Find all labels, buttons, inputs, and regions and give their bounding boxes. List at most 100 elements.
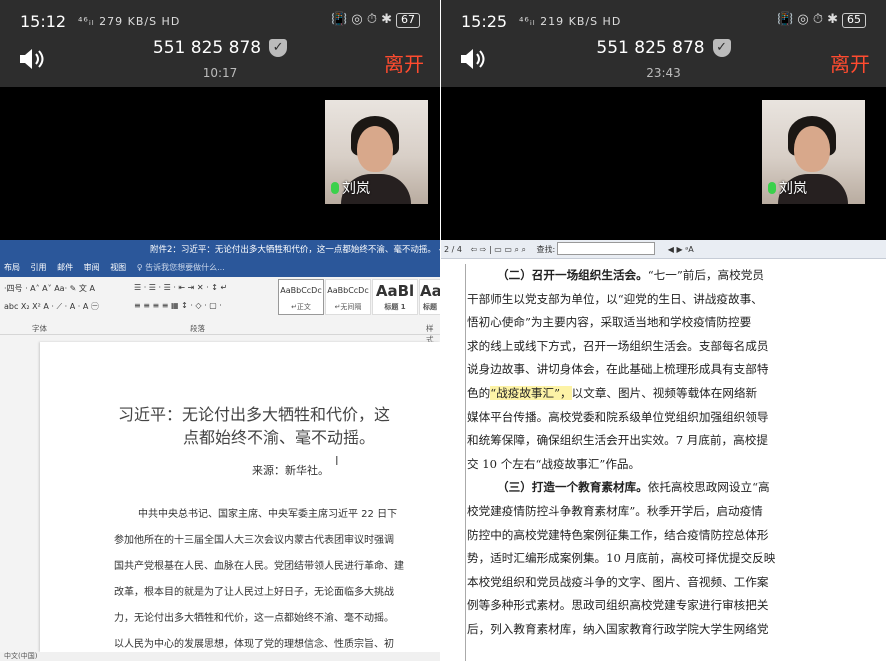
paragraph-row-2[interactable]: ≡ ≡ ≡ ≡ ▦ ↕ · ◇ · ▢ · (134, 301, 222, 310)
participant-tag: 刘岚 (331, 178, 370, 198)
pdf-text: 干部师生以党支部为单位，以“迎党的生日、讲战疫故事、 (467, 291, 763, 306)
tab-review[interactable]: 审阅 (84, 263, 100, 272)
pdf-text: 求的线上或线下方式，召开一场组织生活会。支部每名成员 (467, 338, 769, 353)
body-line: 改革，根本目的就是为了让人民过上好日子，无论面临多大挑战 (114, 587, 394, 598)
pdf-text-line: 势，适时汇编形成案例集。10 月底前，高校可择优提交反映 (467, 547, 886, 571)
pdf-toolbar: 2 / 4 ⇦ ⇨ | ▭ ▭ ⌕ ⌕ 查找: ◀ ▶ ᵃA (441, 240, 886, 259)
style-preview: AaBl (375, 282, 415, 300)
highlighted-text: “战疫故事汇”， (490, 385, 572, 400)
shield-icon[interactable]: ✓ (712, 39, 731, 57)
text-cursor-icon: I (335, 454, 339, 468)
call-duration: 23:43 (646, 66, 681, 80)
shared-screen-area: 刘岚 (441, 87, 886, 240)
leave-button[interactable]: 离开 (384, 48, 424, 77)
find-input[interactable] (557, 242, 656, 255)
paragraph-row-1[interactable]: ☰ · ☰ · ☰ · ⇤ ⇥ ✕ · ↕ ↵ (134, 283, 227, 292)
face-shape (357, 126, 393, 172)
shield-icon[interactable]: ✓ (269, 39, 288, 57)
battery-icon: 65 (842, 13, 866, 28)
body-line: 中共中央总书记、国家主席、中央军委主席习近平 22 日下 (138, 509, 398, 520)
pdf-text-line: 本校党组织和党员战疫斗争的文字、图片、音视频、工作案 (467, 571, 886, 595)
meeting-number: 551 825 878 ✓ (441, 38, 886, 58)
signal-wifi-icons: ⁴⁶ᵢₗ 279 KB/S HD (78, 15, 181, 28)
style-no-spacing[interactable]: AaBbCcDc ↵无间隔 (325, 279, 371, 315)
pdf-text: 防控中的高校党建特色案例征集工作，结合疫情防控总体形 (467, 527, 769, 542)
pdf-text-line: 防控中的高校党建特色案例征集工作，结合疫情防控总体形 (467, 524, 886, 548)
participant-tag: 刘岚 (768, 178, 807, 198)
document-page[interactable]: 习近平：无论付出多大牺牲和代价，这 点都始终不渝、毫不动摇。 I 来源：新华社。… (40, 342, 440, 652)
pdf-text-line: 例等多种形式素材。思政司组织高校党建专家进行审核把关 (467, 594, 886, 618)
body-line: 以人民为中心的发展思想，体现了党的理想信念、性质宗旨、初 (114, 639, 394, 650)
leave-button[interactable]: 离开 (830, 48, 870, 77)
call-header: 15:25 ⁴⁶ᵢₗ 219 KB/S HD 📳 ◎ ⏱ ✱ 65 551 825… (441, 0, 886, 87)
pdf-text: 色的 (467, 385, 491, 400)
document-body: 中共中央总书记、国家主席、中央军委主席习近平 22 日下 参加他所在的十三届全国… (114, 502, 440, 652)
style-title[interactable]: AaB 标题 (419, 279, 440, 315)
pdf-text: 和统筹保障，确保组织生活会开出实效。7 月底前，高校提 (467, 433, 768, 448)
pdf-text-line: （二）召开一场组织生活会。“七一”前后，高校党员 (467, 264, 886, 288)
status-bar: 15:25 ⁴⁶ᵢₗ 219 KB/S HD 📳 ◎ ⏱ ✱ 65 (461, 12, 866, 32)
status-bar: 15:12 ⁴⁶ᵢₗ 279 KB/S HD 📳 ◎ ⏱ ✱ 67 (20, 12, 420, 32)
pdf-text: 势，适时汇编形成案例集。10 月底前，高校可择优提交反映 (467, 551, 776, 566)
font-row-2[interactable]: abc X₂ X² A · ⟋ · A · A ㊀ (4, 301, 99, 312)
style-name: ↵正文 (291, 303, 311, 311)
body-line: 国共产党根基在人民、血脉在人民。党团结带领人民进行革命、建 (114, 561, 404, 572)
pdf-text-line: 和统筹保障，确保组织生活会开出实效。7 月底前，高校提 (467, 429, 886, 453)
tab-layout[interactable]: 布局 (4, 263, 20, 272)
face-shape (794, 126, 830, 172)
pdf-text: 校党建疫情防控斗争教育素材库”。秋季开学后，启动疫情 (467, 503, 763, 518)
pdf-text: 例等多种形式素材。思政司组织高校党建专家进行审核把关 (467, 598, 769, 613)
find-nav-icons[interactable]: ◀ ▶ ᵃA (668, 245, 694, 254)
body-line: 力，无论付出多大牺牲和代价，这一点都始终不渝、毫不动摇。 (114, 613, 394, 624)
pdf-text: 说身边故事、讲切身体会，在此基础上梳理形成具有支部特 (467, 362, 769, 377)
meeting-number-text: 551 825 878 (152, 38, 262, 58)
font-row-1[interactable]: ·四号 · A˄ A˅ Aa· ✎ 文 A (4, 283, 95, 294)
meeting-number: 551 825 878 ✓ (0, 38, 440, 58)
call-header: 15:12 ⁴⁶ᵢₗ 279 KB/S HD 📳 ◎ ⏱ ✱ 67 551 825… (0, 0, 440, 87)
styles-gallery: AaBbCcDc ↵正文 AaBbCcDc ↵无间隔 AaBl 标题 1 AaB 标题 (278, 279, 440, 315)
style-name: 标题 (423, 303, 437, 311)
mic-icon (331, 182, 339, 194)
left-phone-screen: 15:12 ⁴⁶ᵢₗ 279 KB/S HD 📳 ◎ ⏱ ✱ 67 551 825… (0, 0, 440, 661)
style-preview: AaBbCcDc (280, 286, 322, 295)
pdf-text: 依托高校思政网设立“高 (647, 480, 770, 495)
paragraph-group-label: 段落 (190, 324, 205, 333)
pdf-text: 悟初心使命”为主要内容，采取适当地和学校疫情防控要 (467, 315, 752, 330)
pdf-tool-icons[interactable]: ⇦ ⇨ | ▭ ▭ ⌕ ⌕ (471, 245, 526, 254)
meeting-number-text: 551 825 878 (596, 38, 705, 58)
pdf-heading: （二）召开一场组织生活会。 (497, 268, 648, 282)
participant-name: 刘岚 (342, 181, 370, 197)
signal-wifi-icons: ⁴⁶ᵢₗ 219 KB/S HD (519, 15, 622, 28)
pdf-text-line: 干部师生以党支部为单位，以“迎党的生日、讲战疫故事、 (467, 288, 886, 312)
page-indicator[interactable]: 2 / 4 (444, 245, 462, 254)
participant-video[interactable]: 刘岚 (325, 100, 428, 204)
right-phone-screen: 15:25 ⁴⁶ᵢₗ 219 KB/S HD 📳 ◎ ⏱ ✱ 65 551 825… (441, 0, 886, 661)
tab-references[interactable]: 引用 (31, 263, 47, 272)
pdf-heading: （三）打造一个教育素材库。 (497, 480, 648, 495)
participant-name: 刘岚 (779, 181, 807, 197)
pdf-text: 后，列入教育素材库，纳入国家教育行政学院大学生网络党 (467, 621, 769, 636)
language-status: 中文(中国) (4, 652, 38, 660)
word-ribbon-tabs: 布局 引用 邮件 审阅 视图 ♀ 告诉我您想要做什么... (0, 261, 440, 277)
pdf-text-line: 媒体平台传播。高校党委和院系级单位党组织加强组织领导 (467, 406, 886, 430)
pdf-text-line: 色的“战疫故事汇”，以文章、图片、视频等载体在网络新 (467, 382, 886, 406)
status-time: 15:25 (461, 12, 508, 31)
tell-me-input[interactable]: ♀ 告诉我您想要做什么... (137, 263, 225, 272)
participant-video[interactable]: 刘岚 (762, 100, 865, 204)
pdf-text-line: （三）打造一个教育素材库。依托高校思政网设立“高 (467, 476, 886, 500)
tab-view[interactable]: 视图 (110, 263, 126, 272)
shared-screen-area: 刘岚 (0, 87, 440, 240)
style-heading-1[interactable]: AaBl 标题 1 (372, 279, 418, 315)
pdf-page-text[interactable]: （二）召开一场组织生活会。“七一”前后，高校党员干部师生以党支部为单位，以“迎党… (467, 264, 886, 642)
document-title-line-1: 习近平：无论付出多大牺牲和代价，这 (118, 405, 391, 424)
pdf-text: 本校党组织和党员战疫斗争的文字、图片、音视频、工作案 (467, 574, 769, 589)
style-normal[interactable]: AaBbCcDc ↵正文 (278, 279, 324, 315)
pdf-text-line: 悟初心使命”为主要内容，采取适当地和学校疫情防控要 (467, 311, 886, 335)
pdf-text-line: 求的线上或线下方式，召开一场组织生活会。支部每名成员 (467, 335, 886, 359)
pdf-text-line: 交 10 个左右“战疫故事汇”作品。 (467, 453, 886, 477)
status-icons: 📳 ◎ ⏱ ✱ (777, 12, 838, 27)
body-line: 参加他所在的十三届全国人大三次会议内蒙古代表团审议时强调 (114, 535, 394, 546)
style-preview: AaBbCcDc (327, 286, 369, 295)
style-name: 标题 1 (384, 303, 406, 311)
tab-mailings[interactable]: 邮件 (57, 263, 73, 272)
